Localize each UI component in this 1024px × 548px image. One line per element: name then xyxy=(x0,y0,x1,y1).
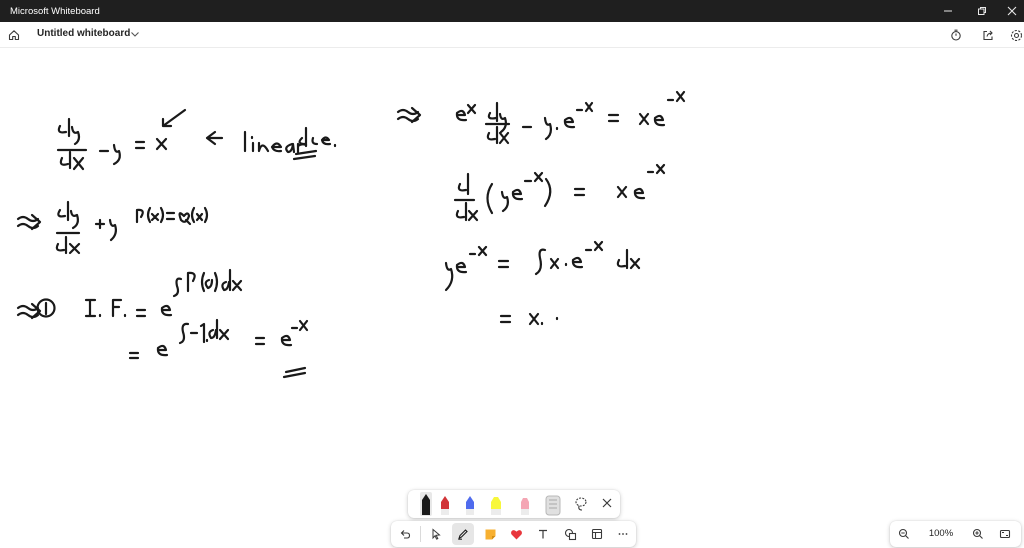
zoom-out-button[interactable] xyxy=(893,523,915,545)
pen-tray-items xyxy=(420,492,612,516)
heart-icon xyxy=(510,529,522,539)
whiteboard-canvas[interactable] xyxy=(0,48,1024,548)
shapes-icon xyxy=(564,528,576,540)
red-pen[interactable] xyxy=(441,496,449,515)
ruler[interactable] xyxy=(545,495,561,516)
more-icon xyxy=(618,533,628,535)
shapes-button[interactable] xyxy=(559,523,581,545)
toolbar-separator xyxy=(420,526,421,542)
share-button[interactable] xyxy=(977,24,999,46)
text-icon xyxy=(539,529,547,539)
ink-equation-7 xyxy=(444,240,641,292)
main-toolbar xyxy=(391,521,636,547)
fit-to-screen-icon xyxy=(999,529,1011,539)
restore-button[interactable] xyxy=(966,0,998,22)
ink-equation-5 xyxy=(396,90,686,145)
sticky-note-button[interactable] xyxy=(479,523,501,545)
more-button[interactable] xyxy=(612,523,634,545)
undo-icon xyxy=(400,530,411,539)
pink-highlighter[interactable] xyxy=(521,498,529,515)
app-bar: Untitled whiteboard xyxy=(0,22,1024,48)
reactions-button[interactable] xyxy=(505,523,527,545)
black-pen[interactable] xyxy=(420,492,432,516)
minimize-icon xyxy=(944,10,952,12)
restore-icon xyxy=(978,7,986,15)
zoom-in-button[interactable] xyxy=(967,523,989,545)
board-title[interactable]: Untitled whiteboard xyxy=(37,28,130,39)
timer-button[interactable] xyxy=(945,24,967,46)
fit-to-screen-button[interactable] xyxy=(994,523,1016,545)
text-tool-button[interactable] xyxy=(532,523,554,545)
title-bar: Microsoft Whiteboard xyxy=(0,0,1024,22)
templates-icon xyxy=(591,528,603,540)
templates-button[interactable] xyxy=(586,523,608,545)
close-window-button[interactable] xyxy=(996,0,1024,22)
zoom-level: 100% xyxy=(928,528,954,539)
chevron-down-icon[interactable] xyxy=(130,29,140,39)
close-icon[interactable] xyxy=(602,498,612,508)
ink-equation-3 xyxy=(16,268,243,320)
home-icon xyxy=(8,30,20,41)
zoom-bar: 100% xyxy=(890,521,1021,547)
pen-icon xyxy=(458,529,468,540)
share-icon xyxy=(983,30,993,41)
settings-button[interactable] xyxy=(1005,24,1024,46)
pen-tray xyxy=(408,490,620,518)
select-tool-button[interactable] xyxy=(425,523,447,545)
lasso-icon[interactable] xyxy=(575,497,587,511)
ink-tool-button[interactable] xyxy=(452,523,474,545)
home-button[interactable] xyxy=(3,24,25,46)
select-arrow-icon xyxy=(432,528,441,540)
ink-equation-8 xyxy=(499,312,559,326)
zoom-out-icon xyxy=(898,528,909,539)
zoom-in-icon xyxy=(972,528,983,539)
window-title: Microsoft Whiteboard xyxy=(10,5,100,17)
minimize-button[interactable] xyxy=(932,0,964,22)
ink-equation-2 xyxy=(16,200,209,255)
ink-equation-1 xyxy=(56,108,337,171)
timer-icon xyxy=(951,29,961,41)
undo-button[interactable] xyxy=(394,523,416,545)
gear-icon xyxy=(1010,29,1022,41)
sticky-note-icon xyxy=(485,529,495,539)
blue-pen[interactable] xyxy=(466,496,474,515)
yellow-highlighter[interactable] xyxy=(491,497,501,515)
close-icon xyxy=(1007,6,1017,16)
ink-equation-4 xyxy=(128,318,309,379)
ink-equation-6 xyxy=(453,163,666,222)
